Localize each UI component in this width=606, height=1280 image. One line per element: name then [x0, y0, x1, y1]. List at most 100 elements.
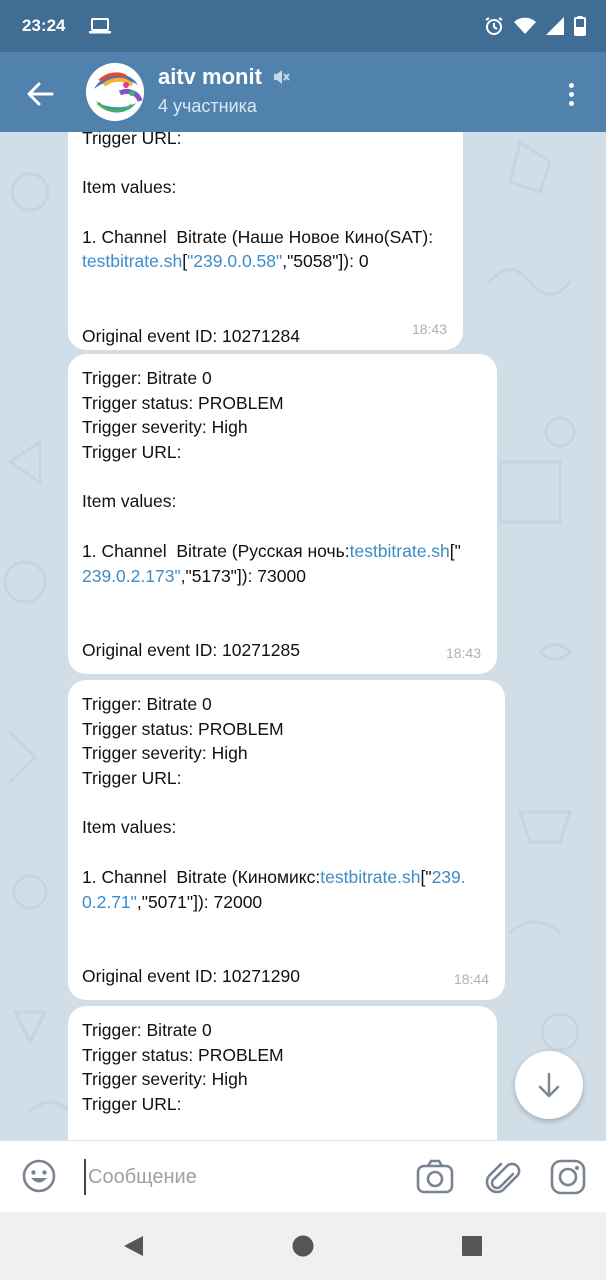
avatar[interactable] — [86, 63, 144, 121]
message-line: Trigger severity: High — [82, 741, 491, 766]
message-text: Trigger: Bitrate 0 — [82, 1020, 212, 1040]
message-line — [82, 791, 491, 816]
message-text: Trigger status: PROBLEM — [82, 1044, 284, 1065]
message-text: 1. Channel Bitrate (Наше Новое Кино(SAT)… — [82, 226, 434, 247]
message-line — [82, 914, 491, 939]
message-line: Trigger URL: — [82, 1092, 483, 1117]
message-line: 0.2.71","5071"]): 72000 — [82, 890, 491, 915]
recents-square-icon[interactable] — [460, 1234, 484, 1258]
message-line: Original event ID: 10271285 — [82, 638, 483, 663]
laptop-icon — [89, 18, 112, 34]
message-line: Trigger status: PROBLEM — [82, 1043, 483, 1068]
message-line: 1. Channel Bitrate (Наше Новое Кино(SAT)… — [82, 225, 449, 250]
message-text: 1. Channel Bitrate (Киномикс: — [82, 866, 321, 887]
message-line — [82, 274, 449, 299]
more-vert-icon — [568, 82, 574, 106]
signal-icon — [546, 17, 564, 35]
more-menu-button[interactable] — [556, 76, 586, 112]
message-text: Original event ID: 10271284 — [82, 325, 300, 346]
message-line: Trigger status: PROBLEM — [82, 717, 491, 742]
message-text: Item values: — [82, 817, 177, 838]
message-text: Item values: — [82, 177, 177, 198]
message-line: 239.0.2.173","5173"]): 73000 — [82, 564, 483, 589]
message-text: Original event ID: 10271290 — [82, 965, 300, 986]
message-line — [82, 939, 491, 964]
message-text: [" — [449, 540, 461, 561]
message-link[interactable]: "239.0.0.58" — [187, 251, 282, 271]
system-nav-bar — [0, 1212, 606, 1280]
mute-icon — [273, 70, 290, 84]
message-time: 18:44 — [453, 971, 489, 988]
message-line: Trigger: Bitrate 0 — [82, 692, 491, 717]
message-line: 1. Channel Bitrate (Киномикс:testbitrate… — [82, 865, 491, 890]
message-bubble[interactable]: Trigger: Bitrate 0 Trigger status: PROBLE… — [68, 680, 505, 1000]
chat-subtitle: 4 участника — [158, 96, 257, 116]
message-line — [82, 840, 491, 865]
message-text: ,"5058"]): 0 — [282, 251, 369, 272]
chat-header: aitv monit 4 участника — [0, 52, 606, 132]
message-line: Trigger status: PROBLEM — [82, 391, 483, 416]
status-bar: 23:24 — [0, 0, 606, 52]
alarm-icon — [485, 17, 503, 35]
composer — [0, 1140, 606, 1212]
message-bubble[interactable]: Trigger: Bitrate 0 Trigger status: PROBLE… — [68, 1006, 497, 1140]
message-link[interactable]: testbitrate.sh — [350, 541, 450, 561]
message-text: Trigger URL: — [82, 132, 182, 148]
avatar-image — [86, 63, 144, 121]
instagram-icon[interactable] — [548, 1157, 588, 1197]
message-line: Trigger URL: — [82, 766, 491, 791]
message-line: Original event ID: 10271284 — [82, 324, 449, 349]
chat-title[interactable]: aitv monit — [158, 64, 290, 90]
back-button[interactable] — [20, 74, 60, 114]
message-text: Trigger severity: High — [82, 417, 248, 438]
emoji-icon[interactable] — [20, 1157, 58, 1195]
message-line: Trigger: Bitrate 0 — [82, 366, 483, 391]
message-text: Trigger: Bitrate 0 — [82, 368, 212, 388]
message-line: Item values: — [82, 175, 449, 200]
message-time: 18:43 — [445, 645, 481, 662]
message-line — [82, 200, 449, 225]
message-link[interactable]: testbitrate.sh — [82, 251, 182, 271]
message-text: Trigger severity: High — [82, 743, 248, 764]
message-line: Trigger severity: High — [82, 415, 483, 440]
message-input[interactable] — [84, 1159, 390, 1195]
message-list[interactable]: Trigger URL: Item values: 1. Channel Bitra… — [0, 132, 606, 1140]
message-time: 18:43 — [411, 321, 447, 338]
message-text: Original event ID: 10271285 — [82, 639, 300, 660]
scroll-down-button[interactable] — [515, 1051, 583, 1119]
message-text: Trigger status: PROBLEM — [82, 392, 284, 413]
message-link[interactable]: testbitrate.sh — [320, 867, 420, 887]
message-text: ,"5173"]): 73000 — [180, 565, 306, 586]
camera-icon[interactable] — [415, 1157, 455, 1197]
attach-icon[interactable] — [484, 1157, 522, 1197]
message-line: Trigger URL: — [82, 132, 449, 151]
message-line — [82, 151, 449, 176]
message-line: Trigger URL: — [82, 440, 483, 465]
message-line: 1. Channel Bitrate (Русская ночь:testbit… — [82, 539, 483, 564]
message-text: 1. Channel Bitrate (Русская ночь: — [82, 540, 350, 561]
message-line — [82, 613, 483, 638]
message-link[interactable]: 239. — [432, 867, 466, 887]
message-line: Trigger severity: High — [82, 1067, 483, 1092]
message-bubble[interactable]: Trigger: Bitrate 0 Trigger status: PROBLE… — [68, 354, 497, 674]
message-link[interactable]: 239.0.2.173" — [82, 566, 181, 586]
back-arrow-icon — [27, 82, 54, 106]
message-text: Trigger status: PROBLEM — [82, 718, 284, 739]
home-circle-icon[interactable] — [291, 1234, 315, 1258]
message-text: Trigger URL: — [82, 442, 182, 463]
message-line — [82, 465, 483, 490]
battery-icon — [574, 16, 586, 36]
message-text: [" — [420, 866, 432, 887]
message-line: Item values: — [82, 815, 491, 840]
chat-title-text: aitv monit — [158, 64, 262, 89]
message-text: Trigger URL: — [82, 1094, 182, 1115]
back-triangle-icon[interactable] — [121, 1234, 145, 1258]
wifi-icon — [514, 17, 536, 34]
message-text: Trigger: Bitrate 0 — [82, 694, 212, 714]
message-line — [82, 299, 449, 324]
message-link[interactable]: 0.2.71" — [82, 892, 137, 912]
message-text: Trigger URL: — [82, 768, 182, 789]
message-line — [82, 514, 483, 539]
message-bubble[interactable]: Trigger URL: Item values: 1. Channel Bitra… — [68, 132, 463, 350]
status-time: 23:24 — [22, 16, 66, 35]
